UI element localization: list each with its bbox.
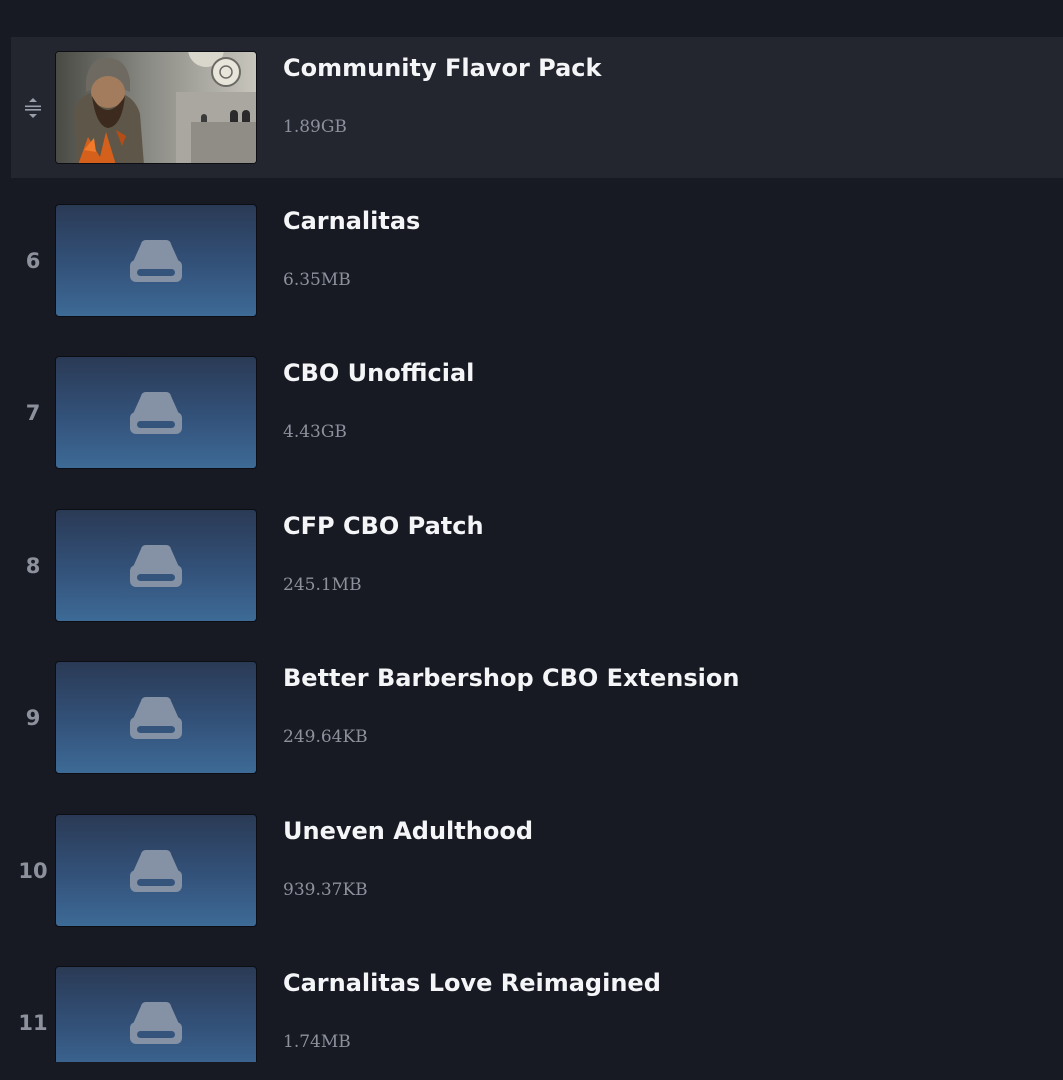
mod-row[interactable]: Community Flavor Pack 1.89GB: [11, 37, 1063, 178]
drive-icon: [130, 849, 182, 892]
mod-row[interactable]: 9 Better Barbershop CBO Extension 249.64…: [11, 647, 1063, 788]
load-order-number: 7: [25, 400, 41, 425]
mod-row[interactable]: 11 Carnalitas Love Reimagined 1.74MB: [11, 952, 1063, 1062]
drive-icon: [130, 391, 182, 434]
drive-icon: [130, 1001, 182, 1044]
mod-thumbnail: [55, 814, 257, 927]
load-order: 9: [11, 647, 55, 788]
mod-size: 4.43GB: [283, 422, 347, 442]
load-order: 10: [11, 800, 55, 941]
mod-size: 6.35MB: [283, 270, 351, 290]
load-order-number: 6: [25, 248, 41, 273]
drag-handle-icon[interactable]: [19, 94, 47, 122]
mod-size: 939.37KB: [283, 880, 368, 900]
drag-handle[interactable]: [11, 37, 55, 178]
mod-title: Better Barbershop CBO Extension: [283, 664, 740, 692]
mod-thumbnail: [55, 966, 257, 1062]
mod-title: Community Flavor Pack: [283, 54, 602, 82]
load-order: 7: [11, 342, 55, 483]
load-order: 6: [11, 190, 55, 331]
drive-icon: [130, 239, 182, 282]
mod-thumbnail: [55, 51, 257, 164]
mod-title: Carnalitas: [283, 207, 421, 235]
mod-title: CFP CBO Patch: [283, 512, 484, 540]
mod-thumbnail: [55, 204, 257, 317]
mod-list: Community Flavor Pack 1.89GB 6 Carnalita…: [0, 0, 1063, 1062]
load-order: 11: [11, 952, 55, 1062]
mod-preview-image: [56, 52, 256, 163]
mod-title: Carnalitas Love Reimagined: [283, 969, 661, 997]
mod-row[interactable]: 7 CBO Unofficial 4.43GB: [11, 342, 1063, 483]
load-order-number: 9: [25, 705, 41, 730]
mod-row[interactable]: 8 CFP CBO Patch 245.1MB: [11, 495, 1063, 636]
load-order-number: 11: [18, 1010, 48, 1035]
load-order-number: 8: [25, 553, 41, 578]
mod-size: 1.74MB: [283, 1032, 351, 1052]
mod-thumbnail: [55, 509, 257, 622]
mod-size: 249.64KB: [283, 727, 368, 747]
mod-size: 1.89GB: [283, 117, 347, 137]
mod-title: Uneven Adulthood: [283, 817, 533, 845]
drive-icon: [130, 696, 182, 739]
load-order: 8: [11, 495, 55, 636]
drive-icon: [130, 544, 182, 587]
mod-thumbnail: [55, 661, 257, 774]
mod-row[interactable]: 6 Carnalitas 6.35MB: [11, 190, 1063, 331]
mod-row[interactable]: 10 Uneven Adulthood 939.37KB: [11, 800, 1063, 941]
mod-size: 245.1MB: [283, 575, 362, 595]
mod-title: CBO Unofficial: [283, 359, 475, 387]
mod-thumbnail: [55, 356, 257, 469]
load-order-number: 10: [18, 858, 48, 883]
